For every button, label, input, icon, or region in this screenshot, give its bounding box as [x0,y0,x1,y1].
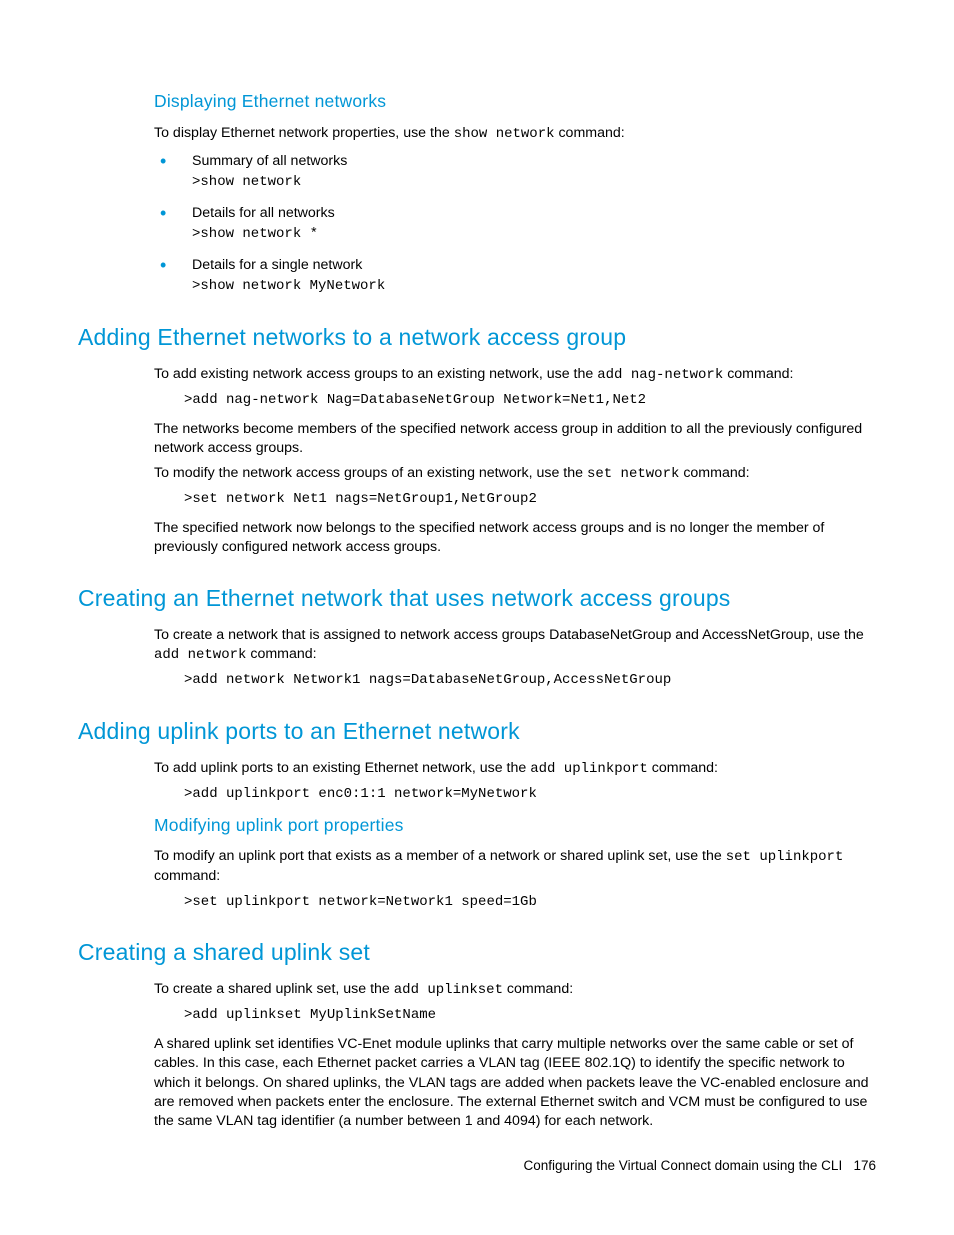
list-item-command: >show network MyNetwork [192,277,876,296]
heading-adding-ethernet-networks-to-nag: Adding Ethernet networks to a network ac… [78,322,876,353]
text: To create a shared uplink set, use the [154,981,394,997]
inline-code: add uplinkset [394,982,503,998]
list-item: Details for all networks >show network * [154,204,876,244]
text: command: [723,366,793,382]
text: To modify the network access groups of a… [154,465,587,481]
heading-displaying-ethernet-networks: Displaying Ethernet networks [154,90,876,114]
command-line: >add network Network1 nags=DatabaseNetGr… [184,671,876,690]
inline-code: add uplinkport [530,761,648,777]
paragraph: The networks become members of the speci… [154,420,876,458]
section-body: To modify an uplink port that exists as … [154,847,876,911]
paragraph: To create a network that is assigned to … [154,626,876,665]
inline-code: add nag-network [597,367,723,383]
command-line: >set network Net1 nags=NetGroup1,NetGrou… [184,490,876,509]
paragraph: To create a shared uplink set, use the a… [154,980,876,1000]
page-footer: Configuring the Virtual Connect domain u… [524,1157,877,1175]
paragraph: To modify an uplink port that exists as … [154,847,876,886]
inline-code: set network [587,466,679,482]
command-line: >add nag-network Nag=DatabaseNetGroup Ne… [184,391,876,410]
paragraph: To add existing network access groups to… [154,365,876,385]
list-item: Details for a single network >show netwo… [154,256,876,296]
list-item-text: Summary of all networks [192,152,876,171]
text: command: [503,981,573,997]
section-body: To add uplink ports to an existing Ether… [154,759,876,804]
command-line: >add uplinkport enc0:1:1 network=MyNetwo… [184,785,876,804]
page-number: 176 [853,1158,876,1173]
text: To display Ethernet network properties, … [154,125,454,141]
paragraph: To add uplink ports to an existing Ether… [154,759,876,779]
section-body: To add existing network access groups to… [154,365,876,557]
paragraph: To display Ethernet network properties, … [154,124,876,144]
heading-creating-shared-uplink-set: Creating a shared uplink set [78,937,876,968]
text: command: [648,760,718,776]
heading-creating-ethernet-network-nag: Creating an Ethernet network that uses n… [78,583,876,614]
text: command: [679,465,749,481]
text: command: [555,125,625,141]
section-body: To create a shared uplink set, use the a… [154,980,876,1131]
list-item-command: >show network * [192,225,876,244]
bullet-list: Summary of all networks >show network De… [154,152,876,296]
page-content: Displaying Ethernet networks To display … [0,0,954,1131]
paragraph: The specified network now belongs to the… [154,519,876,557]
text: To create a network that is assigned to … [154,627,864,643]
paragraph: To modify the network access groups of a… [154,464,876,484]
text: command: [246,646,316,662]
text: command: [154,868,220,884]
inline-code: set uplinkport [726,849,844,865]
text: To add uplink ports to an existing Ether… [154,760,530,776]
text: To modify an uplink port that exists as … [154,848,726,864]
list-item-text: Details for all networks [192,204,876,223]
list-item-text: Details for a single network [192,256,876,275]
command-line: >set uplinkport network=Network1 speed=1… [184,893,876,912]
inline-code: show network [454,126,555,142]
heading-adding-uplink-ports: Adding uplink ports to an Ethernet netwo… [78,716,876,747]
list-item: Summary of all networks >show network [154,152,876,192]
section-body: To create a network that is assigned to … [154,626,876,690]
paragraph: A shared uplink set identifies VC-Enet m… [154,1035,876,1131]
footer-text: Configuring the Virtual Connect domain u… [524,1158,843,1173]
command-line: >add uplinkset MyUplinkSetName [184,1006,876,1025]
list-item-command: >show network [192,173,876,192]
section-body: To display Ethernet network properties, … [154,124,876,296]
inline-code: add network [154,647,246,663]
heading-modifying-uplink-port-properties: Modifying uplink port properties [154,814,876,838]
text: To add existing network access groups to… [154,366,597,382]
